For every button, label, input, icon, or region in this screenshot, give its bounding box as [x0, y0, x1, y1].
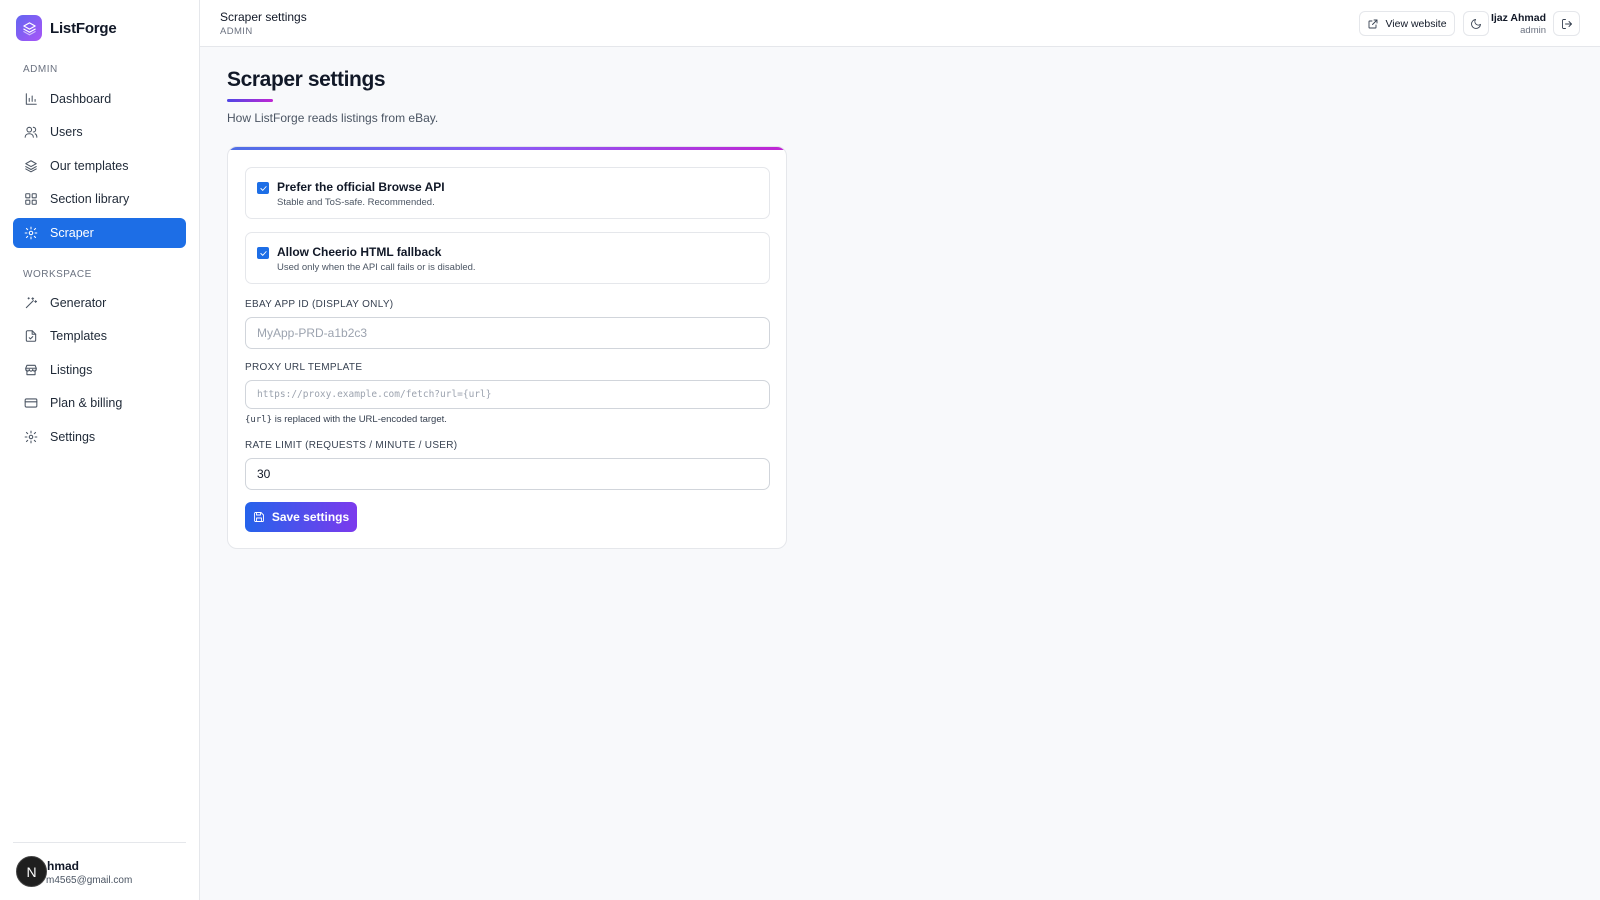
users-icon	[24, 127, 38, 139]
rate-limit-input[interactable]	[245, 458, 770, 490]
sidebar-item-listings[interactable]: Listings	[13, 355, 186, 385]
proxy-hint-code: {url}	[245, 415, 273, 425]
rate-limit-label: RATE LIMIT (REQUESTS / MINUTE / USER)	[245, 440, 458, 451]
sidebar-item-label: Scraper	[50, 225, 94, 240]
topbar-title: Scraper settings	[220, 10, 307, 24]
sidebar-item-label: Dashboard	[50, 92, 112, 106]
sidebar-item-label: Users	[50, 125, 83, 140]
avatar[interactable]: N	[16, 856, 47, 887]
magic-wand-icon	[25, 297, 38, 309]
option-description: Stable and ToS-safe. Recommended.	[277, 197, 435, 208]
option-browse-api[interactable]: Prefer the official Browse API Stable an…	[245, 167, 770, 219]
bar-chart-icon	[25, 93, 37, 105]
card-accent-bar	[228, 147, 786, 150]
sidebar-item-section-library[interactable]: Section library	[13, 184, 186, 214]
sidebar-user-email: m4565@gmail.com	[46, 875, 133, 886]
view-website-button[interactable]: View website	[1359, 11, 1455, 36]
topbar-subtitle: ADMIN	[220, 26, 253, 37]
cheerio-fallback-checkbox[interactable]	[257, 247, 269, 259]
grid-icon	[25, 193, 37, 205]
admin-section-label: ADMIN	[23, 64, 58, 75]
ebay-app-id-input[interactable]	[245, 317, 770, 349]
proxy-hint-text: is replaced with the URL-encoded target.	[272, 414, 447, 425]
sidebar-item-users[interactable]: Users	[13, 117, 186, 147]
proxy-url-label: PROXY URL TEMPLATE	[245, 362, 363, 373]
page-subtitle: How ListForge reads listings from eBay.	[227, 111, 439, 125]
app-id-label: EBAY APP ID (DISPLAY ONLY)	[245, 299, 394, 310]
theme-toggle-button[interactable]	[1463, 11, 1489, 36]
scraper-settings-card: Prefer the official Browse API Stable an…	[227, 146, 787, 549]
sidebar-item-templates[interactable]: Templates	[13, 321, 186, 351]
option-title: Prefer the official Browse API	[277, 180, 445, 194]
sidebar-item-label: Generator	[50, 296, 107, 310]
gear-icon	[24, 226, 38, 239]
sidebar-item-label: Listings	[50, 362, 93, 377]
external-link-icon	[1369, 19, 1378, 28]
layers-logo-icon	[16, 15, 42, 41]
view-website-label: View website	[1385, 17, 1447, 30]
layers-icon	[25, 160, 37, 173]
check-icon	[259, 185, 267, 191]
sidebar: ListForge ADMIN Dashboard Users Our temp…	[0, 0, 200, 900]
sidebar-item-scraper[interactable]: Scraper	[13, 217, 186, 248]
gear-icon	[24, 430, 38, 443]
sidebar-item-label: Settings	[50, 429, 96, 444]
file-icon	[25, 330, 37, 343]
option-cheerio-fallback[interactable]: Allow Cheerio HTML fallback Used only wh…	[245, 232, 770, 284]
moon-icon	[1471, 18, 1481, 29]
workspace-section-label: WORKSPACE	[23, 269, 92, 280]
check-icon	[259, 250, 267, 256]
sidebar-item-label: Section library	[50, 192, 130, 207]
topbar: Scraper settings ADMIN View website Ijaz…	[200, 0, 1600, 47]
sidebar-item-generator[interactable]: Generator	[13, 288, 186, 318]
sidebar-item-dashboard[interactable]: Dashboard	[13, 84, 186, 114]
save-icon	[253, 512, 264, 522]
sidebar-user-name: hmad	[47, 859, 80, 873]
proxy-url-hint: {url} is replaced with the URL-encoded t…	[245, 414, 447, 425]
brand[interactable]: ListForge	[16, 15, 117, 41]
credit-card-icon	[24, 398, 38, 408]
sidebar-item-settings[interactable]: Settings	[13, 422, 186, 452]
logout-icon	[1561, 18, 1572, 29]
save-settings-label: Save settings	[271, 510, 350, 524]
sidebar-item-our-templates[interactable]: Our templates	[13, 151, 186, 181]
option-description: Used only when the API call fails or is …	[277, 262, 476, 273]
logout-button[interactable]	[1553, 11, 1580, 36]
store-icon	[25, 364, 37, 375]
topbar-user-name: Ijaz Ahmad	[1490, 12, 1546, 24]
sidebar-item-label: Plan & billing	[50, 396, 123, 411]
sidebar-item-label: Templates	[50, 329, 107, 344]
page-title: Scraper settings	[227, 68, 386, 91]
proxy-url-input[interactable]	[245, 380, 770, 409]
sidebar-item-label: Our templates	[50, 158, 129, 173]
topbar-user-role: admin	[1520, 25, 1546, 36]
option-title: Allow Cheerio HTML fallback	[277, 245, 442, 259]
save-settings-button[interactable]: Save settings	[245, 502, 357, 532]
brand-name: ListForge	[50, 19, 117, 37]
sidebar-divider	[13, 842, 186, 843]
title-underline	[227, 99, 273, 102]
browse-api-checkbox[interactable]	[257, 182, 269, 194]
sidebar-item-plan-billing[interactable]: Plan & billing	[13, 388, 186, 418]
admin-nav: Dashboard Users Our templates Section li…	[13, 84, 186, 251]
workspace-nav: Generator Templates Listings Plan & bill…	[13, 288, 186, 455]
